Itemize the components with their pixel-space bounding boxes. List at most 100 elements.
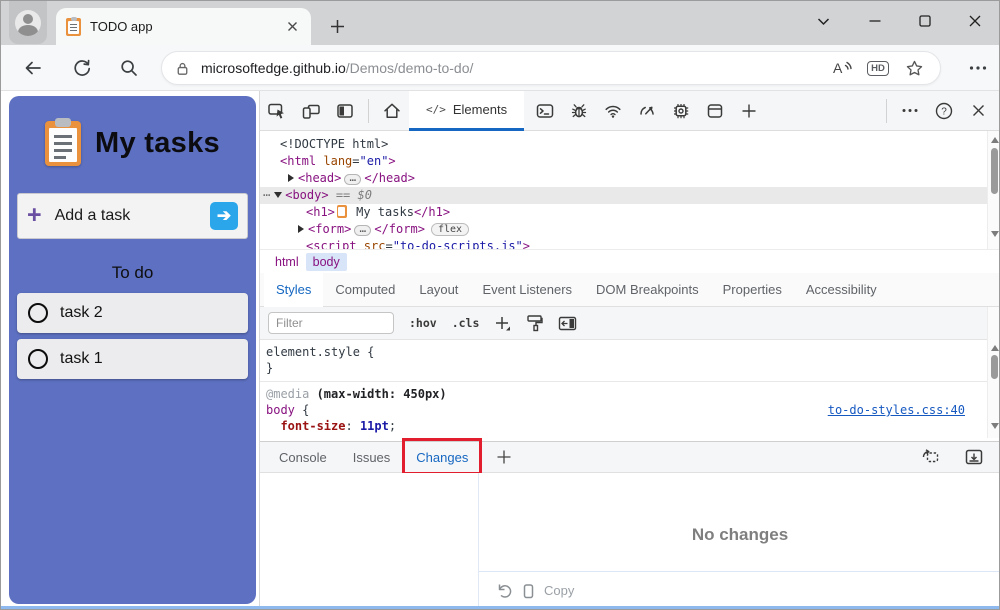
add-quick-view-tab-icon[interactable] [487, 442, 521, 472]
issues-bug-icon[interactable] [562, 96, 596, 126]
minimize-button[interactable] [853, 1, 897, 41]
stylesheet-link[interactable]: to-do-styles.css:40 [828, 402, 965, 418]
task-checkbox[interactable] [28, 303, 48, 323]
task-item: task 1 [17, 339, 248, 379]
annotation-highlight-box [402, 438, 482, 475]
browser-tab[interactable]: TODO app [56, 8, 311, 45]
task-label: task 2 [60, 304, 103, 322]
read-aloud-icon[interactable]: A [828, 55, 856, 81]
breadcrumb-html[interactable]: html [268, 253, 306, 271]
dom-tree-row[interactable]: <html lang="en"> [260, 153, 1000, 170]
copy-button[interactable]: Copy [544, 583, 574, 598]
breadcrumb-body[interactable]: body [306, 253, 347, 271]
collapsed-content-icon[interactable]: … [344, 174, 361, 185]
network-wifi-icon[interactable] [596, 96, 630, 126]
style-rule-line[interactable]: @media (max-width: 450px) [260, 381, 987, 402]
dock-quick-view-icon[interactable] [957, 442, 991, 472]
code-brackets-icon: </> [426, 103, 446, 116]
quickview-tab-changes[interactable]: Changes [403, 441, 481, 473]
dom-tree-row[interactable]: <head>…</head> [260, 170, 1000, 187]
url-path: /Demos/demo-to-do/ [346, 60, 474, 76]
collapsed-content-icon[interactable]: … [354, 225, 371, 236]
back-button[interactable] [19, 54, 47, 82]
pane-tab-styles[interactable]: Styles [264, 273, 323, 307]
application-drawer-icon[interactable] [698, 96, 732, 126]
favorites-star-icon[interactable] [900, 55, 928, 81]
task-checkbox[interactable] [28, 349, 48, 369]
profile-button[interactable] [9, 1, 47, 44]
add-task-label: Add a task [55, 207, 210, 225]
flex-badge[interactable]: flex [431, 223, 469, 236]
submit-task-button[interactable]: ➔ [210, 202, 238, 230]
device-emulation-icon[interactable] [294, 96, 328, 126]
task-list: task 2 task 1 [17, 293, 248, 379]
copy-icon[interactable] [521, 582, 535, 599]
performance-gauge-icon[interactable] [630, 96, 664, 126]
close-devtools-icon[interactable] [961, 96, 995, 126]
tab-favicon-clipboard-icon [66, 18, 81, 36]
maximize-button[interactable] [903, 1, 947, 41]
more-tools-plus-icon[interactable] [732, 96, 766, 126]
refresh-button[interactable] [68, 54, 96, 82]
pane-tab-computed[interactable]: Computed [323, 273, 407, 307]
pane-tab-layout[interactable]: Layout [407, 273, 470, 307]
address-bar[interactable]: microsoftedge.github.io/Demos/demo-to-do… [161, 51, 941, 85]
style-rule-line[interactable]: body {to-do-styles.css:40 [260, 402, 987, 418]
task-item: task 2 [17, 293, 248, 333]
pane-tab-dom-breakpoints[interactable]: DOM Breakpoints [584, 273, 711, 307]
node-menu-icon[interactable]: ⋯ [263, 188, 271, 202]
dom-tree-row[interactable]: ⋯<body> == $0 [260, 187, 1000, 204]
new-style-rule-icon[interactable] [494, 315, 511, 332]
new-tab-button[interactable] [323, 12, 351, 40]
expand-arrow-icon[interactable] [298, 225, 304, 233]
browser-menu-icon[interactable] [963, 54, 993, 82]
pane-tab-accessibility[interactable]: Accessibility [794, 273, 889, 307]
collapse-arrow-icon[interactable] [274, 192, 282, 198]
styles-filter-row: :hov .cls [260, 307, 987, 340]
computed-sidebar-toggle-icon[interactable] [558, 315, 577, 332]
svg-text:A: A [833, 60, 843, 76]
pane-tab-properties[interactable]: Properties [711, 273, 794, 307]
quickview-tab-console[interactable]: Console [266, 441, 340, 473]
help-icon[interactable]: ? [927, 96, 961, 126]
revert-changes-icon[interactable] [495, 582, 512, 599]
window-accent-edge [1, 606, 1000, 609]
styles-scrollbar[interactable] [987, 307, 1000, 438]
dom-breadcrumb: htmlbody [260, 249, 1000, 273]
tab-actions-chevron-icon[interactable] [801, 1, 845, 41]
toggle-class-button[interactable]: .cls [452, 316, 480, 330]
dom-tree-row[interactable]: <script src="to-do-scripts.js"> [260, 238, 1000, 249]
add-task-field[interactable]: + Add a task ➔ [17, 193, 248, 239]
dom-tree-row[interactable]: <h1> My tasks</h1> [260, 204, 1000, 221]
expand-arrow-icon[interactable] [288, 174, 294, 182]
url-text: microsoftedge.github.io/Demos/demo-to-do… [201, 60, 820, 76]
style-rule-line[interactable]: element.style { [260, 344, 987, 360]
format-styles-icon[interactable] [526, 314, 543, 332]
quickview-tab-issues[interactable]: Issues [340, 441, 404, 473]
hd-toggle-icon[interactable]: HD [864, 55, 892, 81]
tab-close-icon[interactable] [283, 18, 301, 36]
styles-pane-tabs: StylesComputedLayoutEvent ListenersDOM B… [260, 273, 1000, 307]
toggle-hover-state-button[interactable]: :hov [409, 316, 437, 330]
memory-chip-icon[interactable] [664, 96, 698, 126]
customize-devtools-icon[interactable] [893, 96, 927, 126]
styles-filter-input[interactable] [268, 312, 394, 334]
style-rule-line[interactable]: font-size: 11pt; [260, 418, 987, 434]
tab-elements[interactable]: </> Elements [409, 91, 524, 131]
app-title-row: My tasks [9, 96, 256, 166]
style-rule-line[interactable]: } [260, 360, 987, 376]
activity-bar-layout-icon[interactable] [328, 96, 362, 126]
dom-tree-scrollbar[interactable] [987, 131, 1000, 249]
dom-tree-row[interactable]: <!DOCTYPE html> [260, 136, 1000, 153]
title-bar: TODO app [1, 1, 1000, 45]
avatar [15, 10, 41, 36]
pane-tab-event-listeners[interactable]: Event Listeners [470, 273, 584, 307]
console-tool-icon[interactable] [528, 96, 562, 126]
close-window-button[interactable] [953, 1, 997, 41]
move-panel-icon[interactable] [913, 442, 947, 472]
styles-rules: element.style {} @media (max-width: 450px… [260, 340, 987, 438]
dom-tree-row[interactable]: <form>…</form>flex [260, 221, 1000, 238]
home-icon[interactable] [375, 96, 409, 126]
inspect-element-icon[interactable] [260, 96, 294, 126]
search-icon[interactable] [115, 54, 143, 82]
